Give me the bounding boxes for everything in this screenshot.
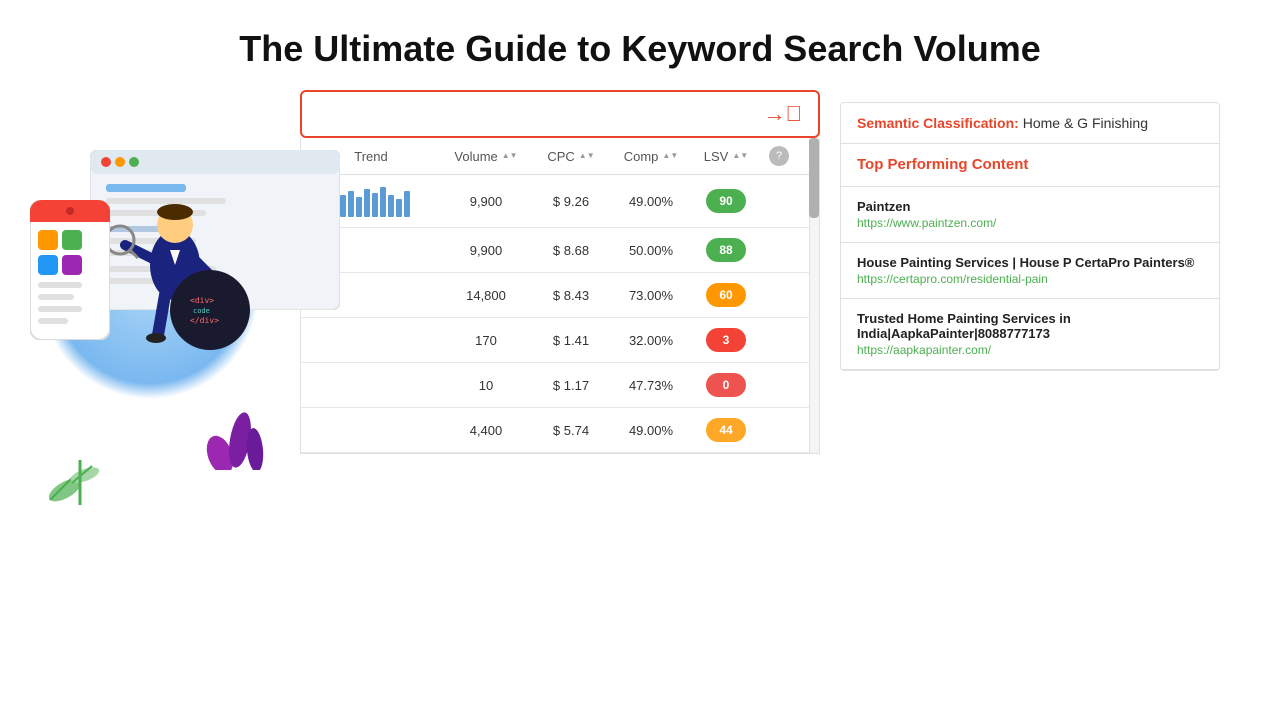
volume-cell: 14,800: [441, 288, 531, 303]
comp-cell: 49.00%: [611, 423, 691, 438]
volume-cell: 10: [441, 378, 531, 393]
lsv-badge: 3: [706, 328, 746, 352]
volume-cell: 170: [441, 333, 531, 348]
cpc-cell: $ 9.26: [531, 194, 611, 209]
content-item-url[interactable]: https://www.paintzen.com/: [857, 216, 1203, 230]
bar: [380, 187, 386, 217]
comp-cell: 47.73%: [611, 378, 691, 393]
page-title: The Ultimate Guide to Keyword Search Vol…: [0, 0, 1280, 90]
lsv-cell: 0: [691, 373, 761, 397]
svg-text:</div>: </div>: [190, 316, 219, 325]
lsv-badge: 90: [706, 189, 746, 213]
table-row: 4,400 $ 5.74 49.00% 44: [301, 408, 819, 453]
volume-cell: 4,400: [441, 423, 531, 438]
scrollbar-thumb[interactable]: [809, 138, 819, 218]
cpc-cell: $ 8.43: [531, 288, 611, 303]
comp-cell: 73.00%: [611, 288, 691, 303]
lsv-cell: 90: [691, 189, 761, 213]
comp-sort[interactable]: ▲▼: [662, 152, 678, 160]
cpc-sort[interactable]: ▲▼: [579, 152, 595, 160]
data-table: Trend Volume ▲▼ CPC ▲▼ Comp ▲▼: [300, 138, 820, 454]
semantic-label: Semantic Classification:: [857, 115, 1019, 131]
comp-cell: 49.00%: [611, 194, 691, 209]
cpc-cell: $ 1.17: [531, 378, 611, 393]
table-row: 14,800 $ 8.43 73.00% 60: [301, 273, 819, 318]
right-section: Semantic Classification: Home & G Finish…: [840, 102, 1220, 371]
volume-cell: 9,900: [441, 194, 531, 209]
lsv-cell: 60: [691, 283, 761, 307]
code-circle: <div> code </div>: [170, 270, 250, 350]
illustration-area: <div> code </div>: [30, 150, 350, 630]
comp-cell: 50.00%: [611, 243, 691, 258]
bar: [388, 195, 394, 217]
table-row: 9,900 $ 8.68 50.00% 88: [301, 228, 819, 273]
bar: [356, 197, 362, 217]
lsv-badge: 0: [706, 373, 746, 397]
content-item-title: Trusted Home Painting Services in India|…: [857, 311, 1203, 341]
bar: [396, 199, 402, 217]
content-item-title: House Painting Services | House P CertaP…: [857, 255, 1203, 270]
content-item: Paintzen https://www.paintzen.com/: [841, 187, 1219, 243]
col-cpc: CPC ▲▼: [531, 146, 611, 166]
lsv-cell: 44: [691, 418, 761, 442]
content-item-url[interactable]: https://certapro.com/residential-pain: [857, 272, 1203, 286]
lsv-cell: 3: [691, 328, 761, 352]
cpc-cell: $ 5.74: [531, 423, 611, 438]
semantic-value: Home & G Finishing: [1023, 115, 1148, 131]
lsv-badge: 60: [706, 283, 746, 307]
table-row: 170 $ 1.41 32.00% 3: [301, 318, 819, 363]
phone-mockup: [30, 200, 110, 345]
search-arrow-icon: →⃝: [764, 101, 803, 127]
lsv-badge: 88: [706, 238, 746, 262]
content-item-url[interactable]: https://aapkapainter.com/: [857, 343, 1203, 357]
comp-cell: 32.00%: [611, 333, 691, 348]
col-lsv: LSV ▲▼: [691, 146, 761, 166]
purple-decor: [200, 380, 270, 475]
table-container: →⃝ Trend Volume ▲▼ CPC ▲▼: [300, 90, 820, 454]
bar: [404, 191, 410, 217]
volume-sort[interactable]: ▲▼: [502, 152, 518, 160]
col-comp: Comp ▲▼: [611, 146, 691, 166]
top-performing-title: Top Performing Content: [857, 156, 1028, 173]
left-section: <div> code </div>: [60, 90, 820, 454]
lsv-badge: 44: [706, 418, 746, 442]
content-item: House Painting Services | House P CertaP…: [841, 243, 1219, 299]
lsv-sort[interactable]: ▲▼: [732, 152, 748, 160]
content-item-title: Paintzen: [857, 199, 1203, 214]
search-bar[interactable]: →⃝: [300, 90, 820, 138]
top-performing-header: Top Performing Content: [841, 144, 1219, 187]
svg-text:code: code: [193, 307, 210, 315]
cpc-cell: $ 8.68: [531, 243, 611, 258]
info-card: Semantic Classification: Home & G Finish…: [840, 102, 1220, 371]
leaf-decor: [40, 420, 120, 525]
scrollbar-track[interactable]: [809, 138, 819, 453]
table-header: Trend Volume ▲▼ CPC ▲▼ Comp ▲▼: [301, 138, 819, 175]
table-row: 10 $ 1.17 47.73% 0: [301, 363, 819, 408]
content-item: Trusted Home Painting Services in India|…: [841, 299, 1219, 370]
cpc-cell: $ 1.41: [531, 333, 611, 348]
bar: [364, 189, 370, 217]
bar: [372, 193, 378, 217]
col-help: ?: [761, 146, 797, 166]
lsv-cell: 88: [691, 238, 761, 262]
help-icon[interactable]: ?: [769, 146, 789, 166]
table-row: 9,900 $ 9.26 49.00% 90: [301, 175, 819, 228]
col-volume: Volume ▲▼: [441, 146, 531, 166]
semantic-classification: Semantic Classification: Home & G Finish…: [841, 103, 1219, 144]
svg-text:<div>: <div>: [190, 296, 214, 305]
volume-cell: 9,900: [441, 243, 531, 258]
